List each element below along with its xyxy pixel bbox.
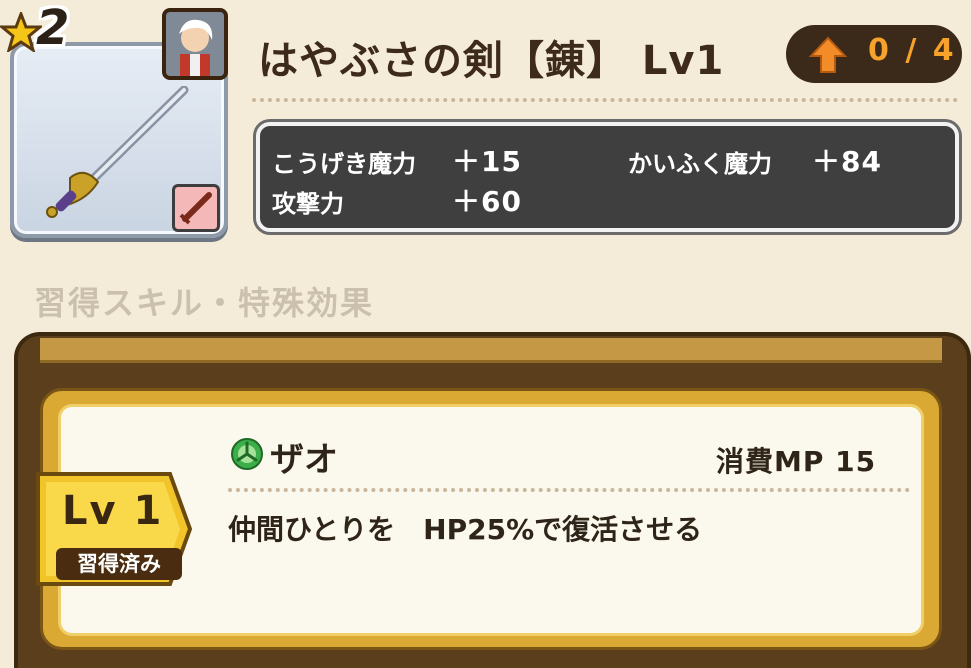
- character-portrait: [162, 8, 228, 80]
- stat-heal-magic-label: かいふく魔力: [628, 150, 772, 178]
- stat-magic-attack-label: こうげき魔力: [272, 150, 416, 178]
- sword-type-icon: [172, 184, 220, 232]
- skill-name: ザオ: [270, 440, 338, 480]
- section-title: 習得スキル・特殊効果: [34, 284, 375, 322]
- upgrade-counter[interactable]: 0 / 4: [786, 25, 962, 83]
- skill-divider: [228, 488, 910, 492]
- skill-status: 習得済み: [56, 548, 182, 580]
- item-name: はやぶさの剣【錬】 Lv1: [258, 38, 725, 84]
- rarity-number: 2: [36, 0, 70, 56]
- stat-magic-attack-value: ＋15: [452, 145, 522, 178]
- divider: [252, 98, 958, 102]
- skill-level: Lv 1: [62, 488, 164, 534]
- upgrade-count: 0 / 4: [868, 33, 957, 68]
- skill-list-top-band: [40, 338, 942, 363]
- skill-description: 仲間ひとりを HP25%で復活させる: [228, 513, 703, 546]
- rarity-badge: 2: [0, 0, 110, 62]
- stat-heal-magic-value: ＋84: [812, 145, 882, 178]
- stat-attack-label: 攻撃力: [272, 190, 344, 218]
- arrow-up-icon: [808, 36, 848, 73]
- skill-cost: 消費MP 15: [716, 445, 877, 478]
- resurrection-icon: [231, 438, 263, 470]
- stat-attack-value: ＋60: [452, 185, 522, 218]
